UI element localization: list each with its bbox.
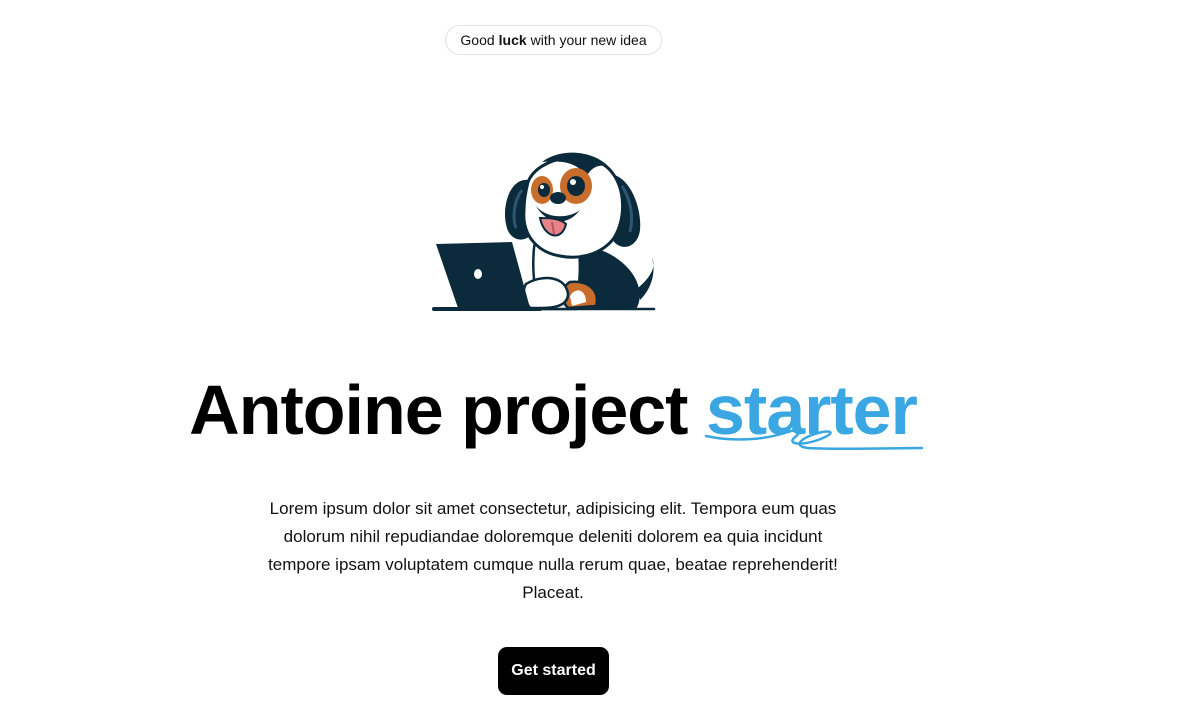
hero-description: Lorem ipsum dolor sit amet consectetur, … — [268, 499, 838, 602]
get-started-button[interactable]: Get started — [498, 647, 609, 695]
announcement-emphasis: luck — [498, 32, 527, 48]
underline-squiggle-icon — [704, 429, 924, 451]
page-title: Antoine project starter — [0, 368, 1106, 452]
dog-with-laptop-icon — [432, 152, 656, 311]
landing-page: Good luck with your new idea Antoine pro… — [0, 0, 1179, 723]
announcement-badge: Good luck with your new idea — [445, 25, 662, 55]
announcement-suffix: with your new idea — [530, 32, 647, 48]
title-accent: starter — [704, 368, 924, 452]
title-main: Antoine project — [189, 371, 688, 449]
announcement-prefix: Good — [460, 32, 495, 48]
